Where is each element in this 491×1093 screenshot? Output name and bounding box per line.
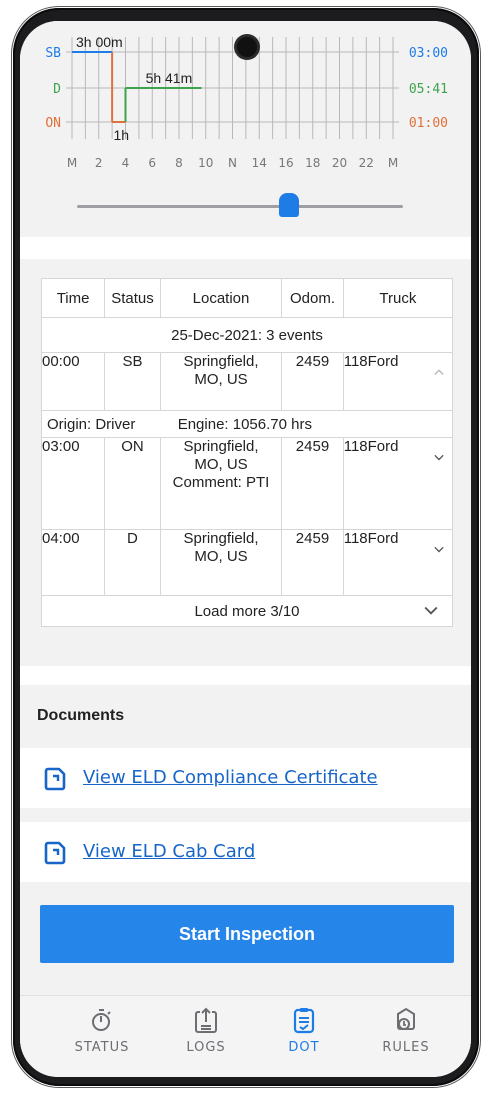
col-odometer: Odom. bbox=[281, 278, 344, 318]
clipboard-check-icon bbox=[293, 1008, 315, 1034]
col-status: Status bbox=[104, 278, 161, 318]
hour-tick-label: 18 bbox=[305, 156, 320, 170]
nav-status[interactable]: STATUS bbox=[62, 1006, 142, 1055]
hour-tick-label: M bbox=[388, 156, 398, 170]
time-slider-thumb[interactable] bbox=[278, 193, 299, 217]
hour-tick-label: N bbox=[228, 156, 237, 170]
hour-tick-label: 14 bbox=[252, 156, 267, 170]
event-odometer: 2459 bbox=[281, 437, 344, 530]
event-status: SB bbox=[104, 352, 161, 411]
truck-label: 118Ford bbox=[343, 438, 399, 455]
hour-tick-label: 20 bbox=[332, 156, 347, 170]
load-more-row[interactable]: Load more 3/10 bbox=[41, 595, 453, 627]
truck-label: 118Ford bbox=[343, 353, 399, 370]
nav-label-logs: LOGS bbox=[186, 1040, 226, 1055]
event-status: ON bbox=[104, 437, 161, 530]
doc-row-cab-card[interactable]: View ELD Cab Card bbox=[20, 822, 471, 882]
chevron-down-icon[interactable] bbox=[434, 452, 444, 462]
status-label-d: D bbox=[53, 82, 61, 97]
compliance-certificate-link[interactable]: View ELD Compliance Certificate bbox=[83, 767, 378, 788]
screen: SB 03:00 D 05:41 ON 01:00 3h 00m 5h 41m 1h M 2 4 6 8 1… bbox=[20, 21, 471, 1077]
nav-label-status: STATUS bbox=[74, 1040, 130, 1055]
bottom-nav: STATUS LOGS DOT RULES bbox=[20, 995, 471, 1077]
event-truck[interactable]: 118Ford bbox=[342, 352, 454, 411]
document-icon bbox=[44, 767, 66, 791]
hour-tick-label: 2 bbox=[95, 156, 103, 170]
event-truck[interactable]: 118Ford bbox=[342, 437, 454, 530]
sb-duration-label: 3h 00m bbox=[76, 34, 123, 50]
table-row[interactable]: 04:00 D Springfield, MO, US 2459 118Ford bbox=[40, 529, 454, 596]
event-status: D bbox=[104, 529, 161, 596]
nav-label-rules: RULES bbox=[382, 1040, 430, 1055]
table-row[interactable]: 00:00 SB Springfield, MO, US 2459 118For… bbox=[40, 352, 454, 411]
event-time: 00:00 bbox=[40, 352, 106, 411]
hour-tick-label: 6 bbox=[148, 156, 156, 170]
document-icon bbox=[44, 841, 66, 865]
on-duration-label: 1h bbox=[113, 127, 129, 143]
chevron-down-icon[interactable] bbox=[434, 544, 444, 554]
status-total-sb: 03:00 bbox=[409, 46, 448, 61]
status-label-on: ON bbox=[45, 116, 61, 131]
cab-card-link[interactable]: View ELD Cab Card bbox=[83, 841, 255, 862]
events-section: Time Status Location Odom. Truck 25-Dec-… bbox=[20, 260, 471, 666]
truck-label: 118Ford bbox=[343, 530, 399, 547]
start-inspection-button[interactable]: Start Inspection bbox=[40, 905, 454, 963]
load-more-label[interactable]: Load more 3/10 bbox=[194, 603, 299, 620]
status-total-d: 05:41 bbox=[409, 82, 448, 97]
hour-tick-label: 10 bbox=[198, 156, 213, 170]
status-label-sb: SB bbox=[45, 46, 61, 61]
event-time: 03:00 bbox=[40, 437, 106, 530]
date-group-row: 25-Dec-2021: 3 events bbox=[41, 317, 453, 353]
nav-dot[interactable]: DOT bbox=[264, 1006, 344, 1055]
nav-logs[interactable]: LOGS bbox=[166, 1006, 246, 1055]
event-detail-row: Origin: Driver Engine: 1056.70 hrs bbox=[41, 410, 453, 438]
event-odometer: 2459 bbox=[281, 352, 344, 411]
hour-tick-label: 22 bbox=[359, 156, 374, 170]
hour-tick-label: 16 bbox=[278, 156, 293, 170]
hour-tick-label: 8 bbox=[175, 156, 183, 170]
event-location: Springfield, MO, US Comment: PTI bbox=[159, 437, 283, 530]
col-time: Time bbox=[40, 278, 106, 318]
event-origin: Origin: Driver bbox=[47, 415, 136, 433]
divider bbox=[20, 808, 471, 822]
stopwatch-icon bbox=[92, 1009, 111, 1031]
table-row[interactable]: 03:00 ON Springfield, MO, US Comment: PT… bbox=[40, 437, 454, 530]
nav-label-dot: DOT bbox=[288, 1040, 320, 1055]
d-duration-label: 5h 41m bbox=[146, 70, 193, 86]
nav-rules[interactable]: RULES bbox=[366, 1006, 446, 1055]
rules-book-icon bbox=[397, 1007, 415, 1030]
documents-header: Documents bbox=[20, 685, 471, 748]
time-slider-track[interactable] bbox=[77, 205, 403, 208]
chevron-up-icon[interactable] bbox=[434, 367, 444, 377]
divider bbox=[20, 666, 471, 685]
front-camera bbox=[237, 37, 257, 57]
event-truck[interactable]: 118Ford bbox=[342, 529, 454, 596]
divider bbox=[20, 237, 471, 259]
hour-tick-label: 4 bbox=[122, 156, 130, 170]
hour-tick-label: M bbox=[67, 156, 77, 170]
event-location: Springfield, MO, US bbox=[159, 352, 283, 411]
date-group-label: 25-Dec-2021: 3 events bbox=[41, 317, 453, 353]
doc-row-compliance[interactable]: View ELD Compliance Certificate bbox=[20, 748, 471, 808]
event-engine-hours: Engine: 1056.70 hrs bbox=[177, 415, 312, 433]
table-header-row: Time Status Location Odom. Truck bbox=[40, 278, 454, 318]
logs-upload-icon bbox=[195, 1007, 217, 1033]
col-location: Location bbox=[159, 278, 283, 318]
event-time: 04:00 bbox=[40, 529, 106, 596]
col-truck: Truck bbox=[342, 278, 454, 318]
chevron-down-icon[interactable] bbox=[424, 606, 438, 616]
documents-title: Documents bbox=[37, 707, 125, 724]
event-location: Springfield, MO, US bbox=[159, 529, 283, 596]
status-total-on: 01:00 bbox=[409, 116, 448, 131]
events-table: Time Status Location Odom. Truck 25-Dec-… bbox=[40, 278, 454, 627]
event-odometer: 2459 bbox=[281, 529, 344, 596]
